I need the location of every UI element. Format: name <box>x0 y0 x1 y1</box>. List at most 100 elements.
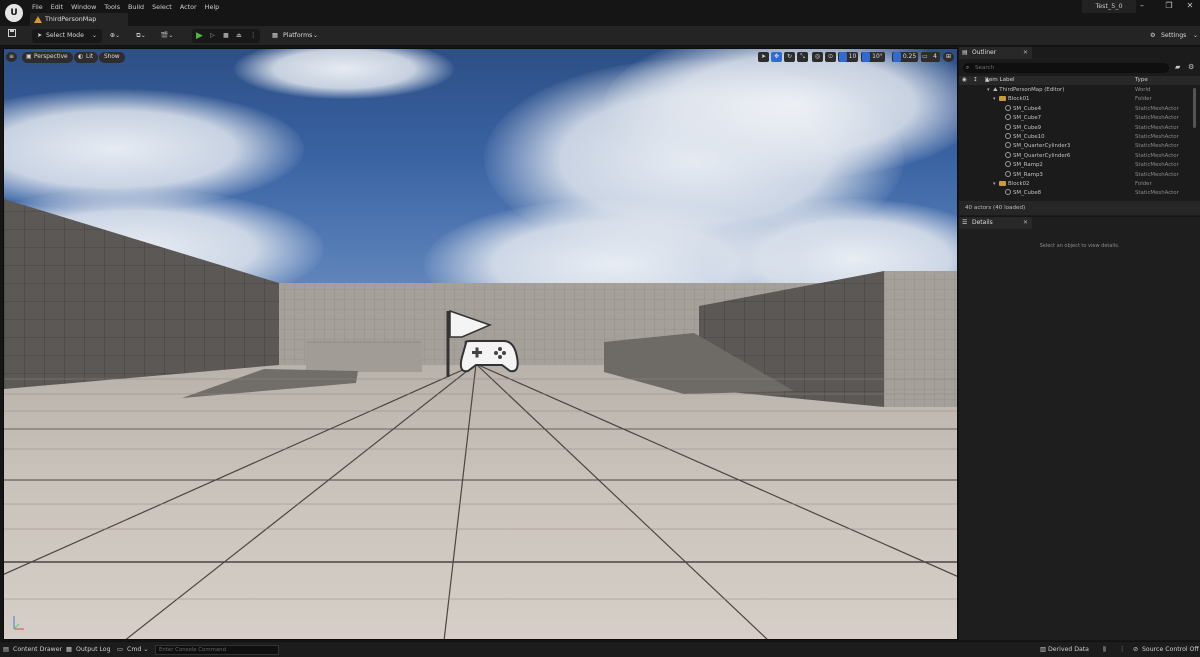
content-drawer-button[interactable]: ▤ Content Drawer <box>3 644 62 656</box>
details-tab-label: Details <box>972 219 993 226</box>
settings-dropdown[interactable]: ⚙ Settings ⌄ <box>1148 29 1198 43</box>
output-log-label: Output Log <box>76 646 111 653</box>
tree-row-world[interactable]: ▾ ⛰ ThirdPersonMap (Editor) World <box>959 86 1189 95</box>
close-icon[interactable]: ✕ <box>1183 1 1197 10</box>
rotation-snap-icon <box>862 52 870 62</box>
add-folder-icon[interactable]: ▰ <box>1175 63 1180 71</box>
tree-row-type: Folder <box>1135 181 1152 187</box>
select-mode-label: Select Mode <box>46 32 84 39</box>
menu-build[interactable]: Build <box>128 2 152 12</box>
select-tool-icon[interactable]: ➤ <box>758 52 769 62</box>
source-control-icon: ⊘ <box>1133 646 1139 653</box>
column-item-label[interactable]: Item Label <box>985 76 1015 85</box>
menu-select[interactable]: Select <box>152 2 180 12</box>
menu-help[interactable]: Help <box>205 2 228 12</box>
tree-row-actor[interactable]: SM_Cube8 StaticMeshActor <box>959 189 1189 198</box>
settings-label: Settings <box>1161 32 1187 39</box>
cursor-icon: ➤ <box>37 32 43 39</box>
menu-edit[interactable]: Edit <box>51 2 71 12</box>
tree-row-actor[interactable]: SM_QuarterCylinder6 StaticMeshActor <box>959 151 1189 161</box>
rotate-tool-icon[interactable]: ↻ <box>784 52 795 62</box>
menu-file[interactable]: File <box>32 2 51 12</box>
output-log-button[interactable]: ▦ Output Log <box>66 644 111 656</box>
show-button[interactable]: Show <box>99 52 125 63</box>
outliner-panel: ▤ Outliner ✕ ⌕ Search ▰ ⚙ ◉ ↧ ▲ Item Lab… <box>959 47 1200 216</box>
outliner-tab[interactable]: ▤ Outliner ✕ <box>959 47 1032 59</box>
chevron-down-icon: ⌄ <box>1192 32 1198 39</box>
level-viewport[interactable]: ≡ ▣ Perspective ◐ Lit Show ➤ ✥ ↻ ⤡ ◎ ⊙ 1… <box>3 48 958 640</box>
menu-window[interactable]: Window <box>71 2 104 12</box>
close-icon[interactable]: ✕ <box>1023 47 1028 59</box>
tree-row-actor[interactable]: SM_Ramp3 StaticMeshActor <box>959 170 1189 180</box>
play-icon[interactable]: ▶ <box>196 29 203 43</box>
static-mesh-icon <box>1005 170 1011 177</box>
tree-row-label: SM_QuarterCylinder3 <box>1013 143 1071 150</box>
unreal-logo-icon[interactable]: U <box>5 4 23 22</box>
platforms-label: Platforms <box>283 32 313 39</box>
stop-icon[interactable]: ■ <box>223 29 229 43</box>
tree-row-label: Block02 <box>1008 181 1030 187</box>
static-mesh-icon <box>1005 142 1011 149</box>
world-space-icon[interactable]: ◎ <box>812 52 823 62</box>
static-mesh-icon <box>1005 189 1011 196</box>
scale-snap-toggle[interactable]: 0.25 <box>892 52 918 62</box>
column-type[interactable]: Type <box>1135 76 1148 85</box>
settings-gear-icon[interactable]: ⚙ <box>1188 63 1194 71</box>
chevron-down-icon: ⌄ <box>312 32 318 39</box>
tree-row-actor[interactable]: SM_Ramp2 StaticMeshActor <box>959 161 1189 170</box>
source-control-button[interactable]: ⊘ Source Control Off <box>1133 644 1199 656</box>
cinematics-icon[interactable]: 🎬⌄ <box>156 29 178 43</box>
pin-icon[interactable]: ↧ <box>973 76 978 85</box>
chevron-down-icon: ⌄ <box>91 32 97 39</box>
grid-snap-toggle[interactable]: 10 <box>838 52 858 62</box>
player-start-icon[interactable] <box>442 307 522 379</box>
tree-row-actor[interactable]: SM_Cube7 StaticMeshActor <box>959 114 1189 123</box>
more-icon[interactable]: ⋮ <box>1119 644 1125 656</box>
tree-row-type: StaticMeshActor <box>1135 134 1179 140</box>
save-icon[interactable] <box>5 29 18 43</box>
close-icon[interactable]: ✕ <box>1023 217 1028 229</box>
platforms-dropdown[interactable]: ▦ Platforms ⌄ <box>268 29 320 43</box>
console-command-input[interactable]: Enter Console Command <box>155 645 279 655</box>
derived-data-button[interactable]: ▥ Derived Data <box>1040 644 1089 656</box>
gear-icon: ⚙ <box>1150 32 1156 39</box>
tree-row-actor[interactable]: SM_QuarterCylinder3 StaticMeshActor <box>959 142 1189 151</box>
camera-speed-button[interactable]: ▭ 4 <box>921 52 940 62</box>
stats-icon[interactable]: ⫼ <box>1103 644 1106 656</box>
tree-row-folder[interactable]: ▾ Block01 Folder <box>959 95 1189 104</box>
translate-tool-icon[interactable]: ✥ <box>771 52 782 62</box>
axis-gizmo-icon <box>13 616 24 630</box>
outliner-scrollbar[interactable] <box>1193 88 1196 128</box>
select-mode-dropdown[interactable]: ➤ Select Mode ⌄ <box>32 29 102 43</box>
visibility-icon[interactable]: ◉ <box>962 76 967 85</box>
add-content-icon[interactable]: ⊕⌄ <box>104 29 126 43</box>
lit-button[interactable]: ◐ Lit <box>74 52 99 63</box>
maximize-viewport-icon[interactable]: ⊞ <box>943 52 954 62</box>
maximize-icon[interactable]: ❐ <box>1162 1 1176 10</box>
tree-row-actor[interactable]: SM_Cube10 StaticMeshActor <box>959 133 1189 142</box>
tree-row-type: StaticMeshActor <box>1135 152 1179 159</box>
scale-tool-icon[interactable]: ⤡ <box>797 52 808 62</box>
tree-row-type: StaticMeshActor <box>1135 115 1179 122</box>
outliner-search-input[interactable]: ⌕ Search <box>963 63 1169 73</box>
cmd-dropdown[interactable]: ▭ Cmd ⌄ <box>117 644 148 656</box>
minimize-icon[interactable]: – <box>1135 1 1149 10</box>
static-mesh-icon <box>1005 114 1011 121</box>
more-options-icon[interactable]: ⋮ <box>250 29 256 43</box>
rotation-snap-toggle[interactable]: 10° <box>861 52 885 62</box>
viewport-menu-icon[interactable]: ≡ <box>6 52 17 62</box>
level-tab[interactable]: ThirdPersonMap <box>30 13 128 26</box>
surface-snap-icon[interactable]: ⊙ <box>825 52 836 62</box>
tree-row-actor[interactable]: SM_Cube4 StaticMeshActor <box>959 104 1189 114</box>
details-tab[interactable]: ☰ Details ✕ <box>959 217 1032 229</box>
tree-row-folder[interactable]: ▾ Block02 Folder <box>959 180 1189 189</box>
skip-icon[interactable]: ▷ <box>210 29 215 43</box>
blueprint-icon[interactable]: ⧉⌄ <box>130 29 152 43</box>
menu-tools[interactable]: Tools <box>104 2 128 12</box>
eject-icon[interactable]: ⏏ <box>236 29 242 43</box>
menu-actor[interactable]: Actor <box>180 2 205 12</box>
tree-row-type: StaticMeshActor <box>1135 124 1179 131</box>
output-log-icon: ▦ <box>66 646 72 653</box>
tree-row-actor[interactable]: SM_Cube9 StaticMeshActor <box>959 123 1189 133</box>
perspective-button[interactable]: ▣ Perspective <box>22 52 73 63</box>
